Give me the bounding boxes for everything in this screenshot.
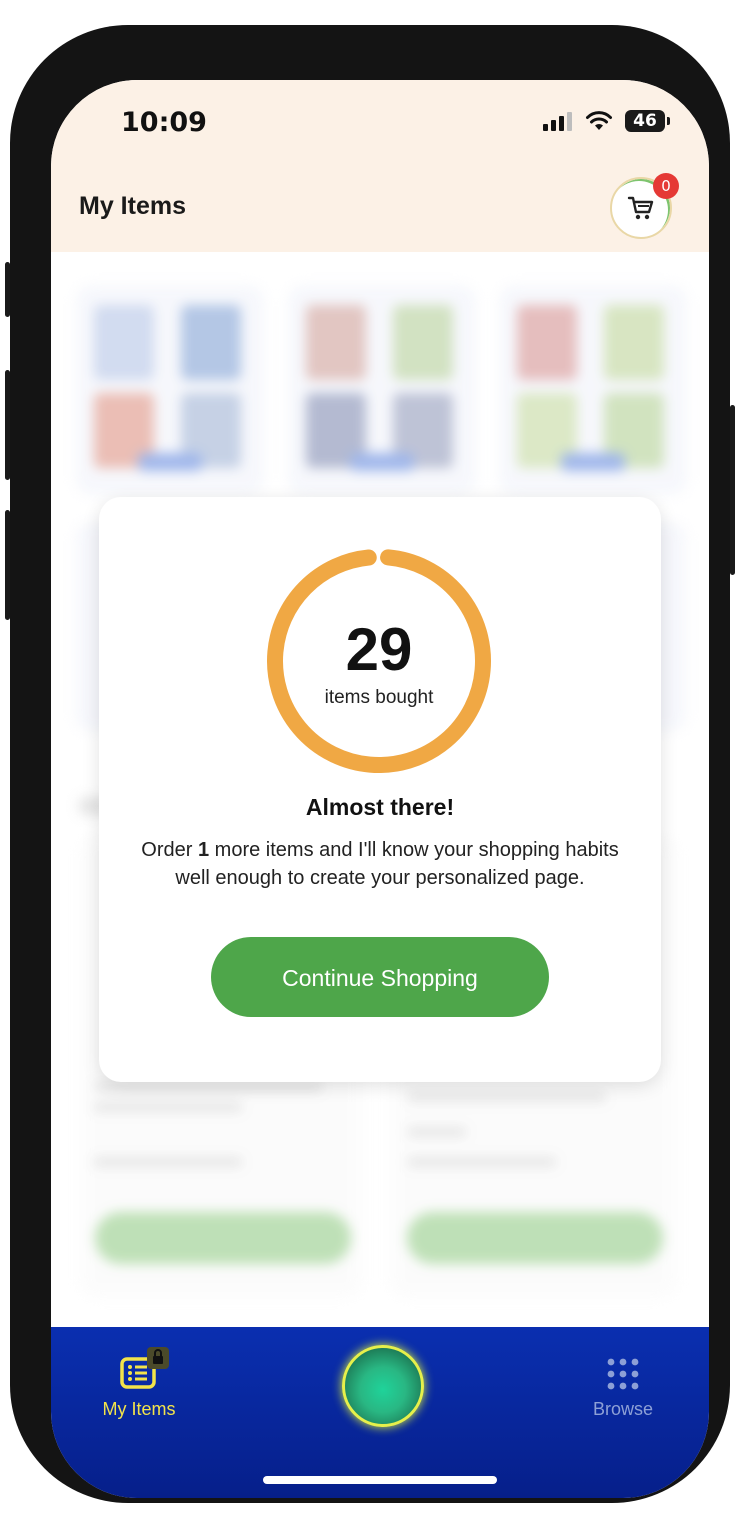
status-icons: 46 — [543, 110, 670, 132]
signal-icon — [543, 112, 572, 131]
power-button — [730, 405, 735, 575]
bottom-nav: My Items Browse — [51, 1327, 709, 1498]
cart-icon — [627, 196, 654, 220]
modal-headline: Almost there! — [305, 794, 455, 820]
cart-badge: 0 — [653, 173, 679, 199]
modal-message: Order 1 more items and I'll know your sh… — [139, 836, 621, 892]
nav-my-items-label: My Items — [102, 1399, 176, 1419]
status-time: 10:09 — [121, 107, 207, 138]
message-suffix: more items and I'll know your shopping h… — [175, 839, 619, 889]
mute-switch — [5, 262, 10, 317]
items-bought-count: 29 — [345, 616, 413, 683]
nav-browse-label: Browse — [592, 1399, 654, 1419]
grid-dots-icon — [607, 1358, 639, 1390]
app-header: 10:09 46 My Items 0 — [51, 80, 709, 252]
list-lock-icon — [120, 1347, 169, 1389]
progress-modal: 29 items bought Almost there! Order 1 mo… — [99, 497, 661, 1082]
volume-up-button — [5, 370, 10, 480]
continue-shopping-button[interactable]: Continue Shopping — [211, 937, 549, 1017]
assistant-orb-icon[interactable] — [342, 1345, 424, 1427]
home-indicator — [263, 1476, 497, 1484]
phone-frame: 10:09 46 My Items 0 29 items bought Almo… — [5, 25, 735, 1503]
volume-down-button — [5, 510, 10, 620]
page-title: My Items — [79, 192, 186, 220]
screen: 10:09 46 My Items 0 29 items bought Almo… — [51, 80, 709, 1498]
items-bought-label: items bought — [324, 687, 434, 708]
wifi-icon — [586, 111, 612, 130]
message-number: 1 — [197, 839, 210, 861]
battery-icon: 46 — [625, 110, 670, 132]
message-prefix: Order — [141, 839, 198, 861]
